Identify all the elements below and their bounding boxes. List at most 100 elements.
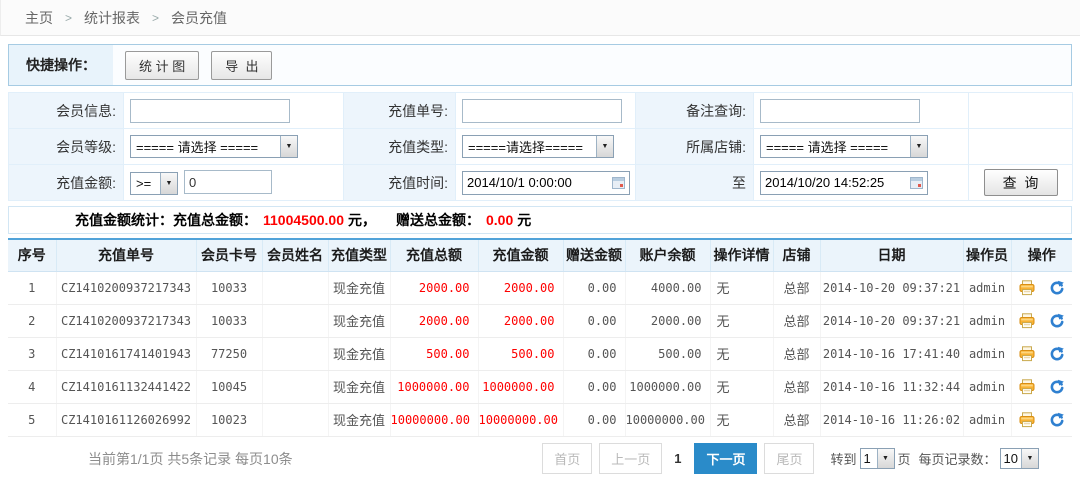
filter-form: 会员信息: 充值单号: 备注查询: 会员等级: ===== 请选择 ===== … [8,92,1073,201]
table-row: 3 CZ1410161741401943 77250 现金充值 500.00 5… [8,337,1072,370]
cell-detail: 无 [710,271,773,304]
amount-input[interactable] [184,170,272,194]
col-header-date: 日期 [820,239,963,271]
cell-recharge-type: 现金充值 [328,403,390,436]
cell-card-no: 10033 [196,271,262,304]
chevron-down-icon[interactable]: ▼ [596,136,613,157]
col-header-detail: 操作详情 [710,239,773,271]
print-icon[interactable] [1019,346,1035,362]
col-header-actions: 操作 [1011,239,1072,271]
chart-button[interactable]: 统 计 图 [125,51,199,80]
table-row: 5 CZ1410161126026992 10023 现金充值 10000000… [8,403,1072,436]
time-to-value: 2014/10/20 14:52:25 [765,175,910,190]
summary-gift-value: 0.00 [486,212,513,228]
cell-actions [1011,337,1072,370]
col-header-operator: 操作员 [963,239,1011,271]
refresh-icon[interactable] [1049,280,1065,296]
cell-no: 2 [8,304,56,337]
recharge-type-label: 充值类型: [344,129,456,165]
export-button[interactable]: 导 出 [211,51,272,80]
breadcrumb-item-home[interactable]: 主页 [25,8,53,28]
quick-actions-label: 快捷操作： [9,45,113,85]
cell-card-no: 10045 [196,370,262,403]
refresh-icon[interactable] [1049,379,1065,395]
col-header-amount: 充值金额 [478,239,563,271]
recharge-no-input[interactable] [462,99,622,123]
chevron-down-icon[interactable]: ▼ [910,136,927,157]
chevron-down-icon[interactable]: ▼ [877,449,894,468]
table-row: 4 CZ1410161132441422 10045 现金充值 1000000.… [8,370,1072,403]
summary-total-label: 充值金额统计：充值总金额： [75,210,257,230]
cell-recharge-type: 现金充值 [328,337,390,370]
summary-bar: 充值金额统计：充值总金额： 11004500.00 元， 赠送总金额： 0.00… [8,206,1072,234]
cell-no: 1 [8,271,56,304]
amount-operator-selected: >= [131,176,160,191]
cell-total: 2000.00 [390,304,478,337]
cell-operator: admin [963,370,1011,403]
cell-amount: 10000000.00 [478,403,563,436]
breadcrumb-item-reports[interactable]: 统计报表 [84,8,140,28]
cell-member-name [262,337,328,370]
goto-page-select[interactable]: 1 ▼ [860,448,895,469]
member-level-select[interactable]: ===== 请选择 ===== ▼ [130,135,298,158]
cell-order-no: CZ1410161132441422 [56,370,196,403]
prev-page-button[interactable]: 上一页 [599,443,662,474]
col-header-no: 序号 [8,239,56,271]
recharge-type-selected: =====请选择===== [463,137,596,156]
time-from-input[interactable]: 2014/10/1 0:00:00 [462,171,630,195]
recharge-type-select[interactable]: =====请选择===== ▼ [462,135,614,158]
per-page-value: 10 [1001,451,1021,466]
cell-gift: 0.00 [563,337,625,370]
search-button[interactable]: 查 询 [984,169,1058,196]
next-page-button[interactable]: 下一页 [694,443,757,474]
cell-recharge-type: 现金充值 [328,304,390,337]
table-row: 1 CZ1410200937217343 10033 现金充值 2000.00 … [8,271,1072,304]
cell-total: 10000000.00 [390,403,478,436]
refresh-icon[interactable] [1049,313,1065,329]
print-icon[interactable] [1019,313,1035,329]
note-query-input[interactable] [760,99,920,123]
summary-total-unit: 元， [348,210,376,230]
cell-actions [1011,271,1072,304]
cell-total: 1000000.00 [390,370,478,403]
member-info-input[interactable] [130,99,290,123]
store-label: 所属店铺: [636,129,754,165]
cell-date: 2014-10-20 09:37:21 [820,271,963,304]
calendar-icon[interactable] [612,176,625,189]
cell-amount: 1000000.00 [478,370,563,403]
chevron-down-icon[interactable]: ▼ [1021,449,1038,468]
store-select[interactable]: ===== 请选择 ===== ▼ [760,135,928,158]
refresh-icon[interactable] [1049,346,1065,362]
cell-balance: 2000.00 [625,304,710,337]
cell-actions [1011,370,1072,403]
chevron-down-icon[interactable]: ▼ [280,136,297,157]
time-to-input[interactable]: 2014/10/20 14:52:25 [760,171,928,195]
print-icon[interactable] [1019,379,1035,395]
amount-operator-select[interactable]: >= ▼ [130,172,178,195]
print-icon[interactable] [1019,412,1035,428]
cell-order-no: CZ1410200937217343 [56,304,196,337]
last-page-button[interactable]: 尾页 [764,443,814,474]
cell-member-name [262,403,328,436]
recharge-table: 序号 充值单号 会员卡号 会员姓名 充值类型 充值总额 充值金额 赠送金额 账户… [8,238,1072,437]
first-page-button[interactable]: 首页 [542,443,592,474]
cell-store: 总部 [773,403,820,436]
calendar-icon[interactable] [910,176,923,189]
cell-card-no: 10033 [196,304,262,337]
col-header-card: 会员卡号 [196,239,262,271]
cell-store: 总部 [773,271,820,304]
recharge-no-label: 充值单号: [344,93,456,129]
table-row: 2 CZ1410200937217343 10033 现金充值 2000.00 … [8,304,1072,337]
cell-order-no: CZ1410200937217343 [56,271,196,304]
per-page-select[interactable]: 10 ▼ [1000,448,1039,469]
time-to-label: 至 [636,165,754,201]
cell-member-name [262,304,328,337]
cell-recharge-type: 现金充值 [328,271,390,304]
cell-balance: 1000000.00 [625,370,710,403]
cell-order-no: CZ1410161741401943 [56,337,196,370]
goto-label: 转到 [830,449,856,468]
cell-card-no: 10023 [196,403,262,436]
refresh-icon[interactable] [1049,412,1065,428]
chevron-down-icon[interactable]: ▼ [160,173,177,194]
print-icon[interactable] [1019,280,1035,296]
